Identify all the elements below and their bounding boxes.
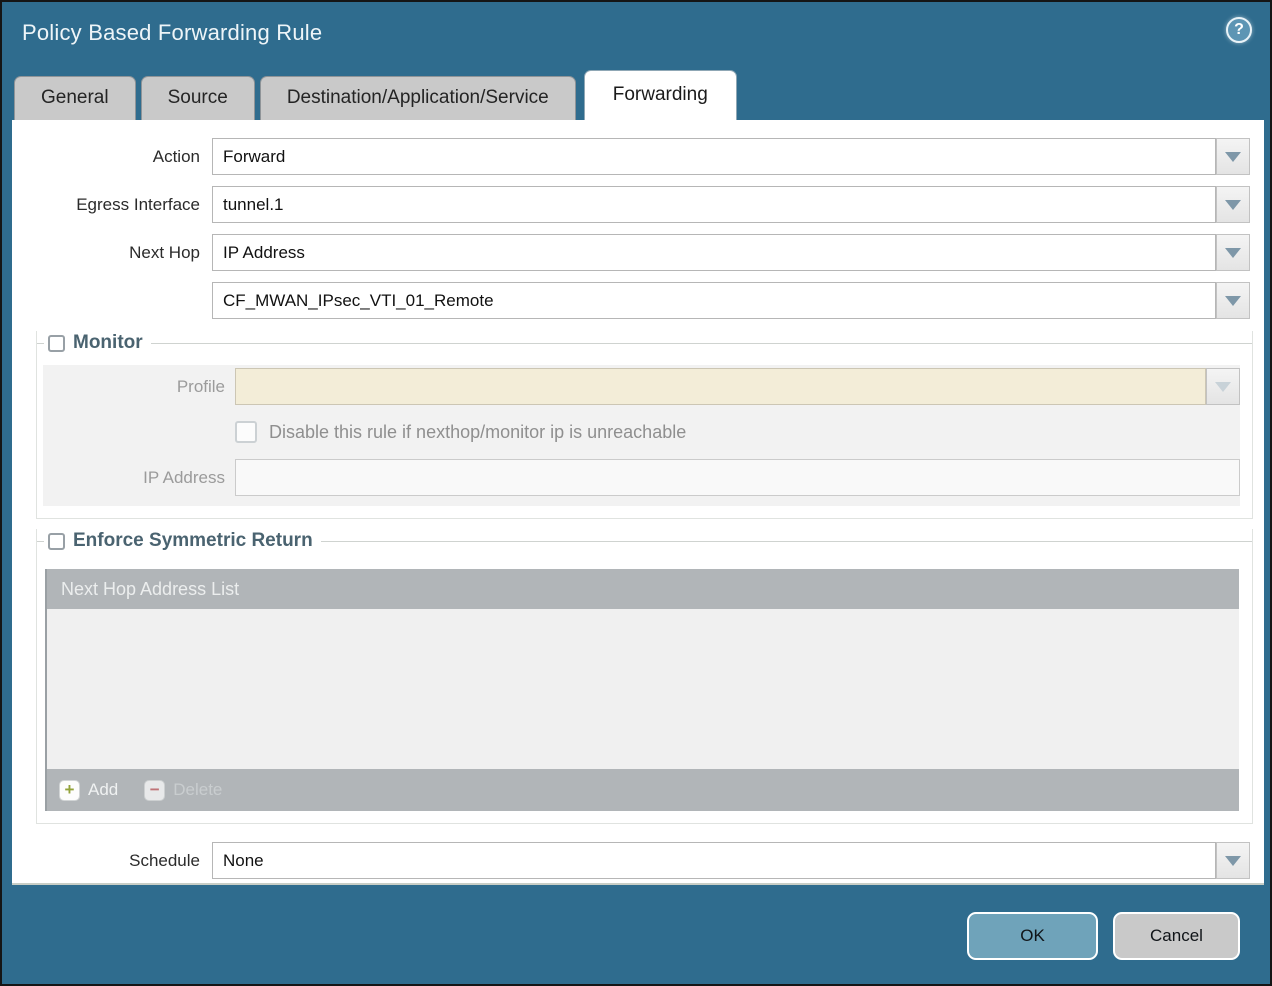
dialog-title: Policy Based Forwarding Rule — [22, 20, 1270, 46]
schedule-select[interactable]: None — [212, 842, 1216, 879]
add-button[interactable]: + Add — [59, 780, 118, 801]
chevron-down-icon — [1225, 296, 1241, 306]
grid-footer-toolbar: + Add − Delete — [47, 769, 1239, 811]
enforce-symmetric-return-section: Enforce Symmetric Return Next Hop Addres… — [36, 529, 1253, 824]
help-icon[interactable]: ? — [1226, 17, 1252, 43]
next-hop-label: Next Hop — [12, 243, 212, 263]
action-dropdown-button[interactable] — [1216, 138, 1250, 175]
next-hop-row: Next Hop IP Address — [12, 234, 1250, 271]
next-hop-type-dropdown-button[interactable] — [1216, 234, 1250, 271]
chevron-down-icon — [1215, 382, 1231, 392]
tab-source[interactable]: Source — [141, 76, 255, 120]
next-hop-address-list-column-header[interactable]: Next Hop Address List — [47, 569, 1239, 609]
disable-rule-label: Disable this rule if nexthop/monitor ip … — [269, 422, 686, 443]
monitor-section: Monitor Profile Disable this rule if nex… — [36, 331, 1253, 519]
next-hop-type-select[interactable]: IP Address — [212, 234, 1216, 271]
tab-forwarding[interactable]: Forwarding — [584, 70, 737, 120]
monitor-legend: Monitor — [37, 331, 1252, 355]
monitor-checkbox[interactable] — [48, 335, 65, 352]
next-hop-address-list-grid: Next Hop Address List + Add − Delete — [45, 569, 1239, 811]
profile-row: Profile — [43, 368, 1240, 405]
enforce-symmetric-return-checkbox[interactable] — [48, 533, 65, 550]
delete-button: − Delete — [144, 780, 222, 801]
dialog-titlebar: Policy Based Forwarding Rule ? — [2, 2, 1270, 46]
profile-dropdown-button — [1206, 368, 1240, 405]
disable-rule-row: Disable this rule if nexthop/monitor ip … — [235, 421, 1240, 443]
schedule-dropdown-button[interactable] — [1216, 842, 1250, 879]
monitor-ip-row: IP Address — [43, 459, 1240, 496]
add-button-label: Add — [88, 780, 118, 800]
chevron-down-icon — [1225, 856, 1241, 866]
ok-button[interactable]: OK — [967, 912, 1098, 960]
tab-bar: General Source Destination/Application/S… — [14, 70, 1270, 120]
profile-select — [235, 368, 1206, 405]
monitor-legend-label: Monitor — [73, 332, 143, 354]
policy-based-forwarding-dialog: Policy Based Forwarding Rule ? General S… — [0, 0, 1272, 986]
action-row: Action Forward — [12, 138, 1250, 175]
minus-icon: − — [144, 780, 165, 801]
action-label: Action — [12, 147, 212, 167]
dialog-button-bar: OK Cancel — [967, 912, 1240, 960]
profile-label: Profile — [43, 377, 235, 397]
next-hop-address-row: CF_MWAN_IPsec_VTI_01_Remote — [12, 282, 1250, 319]
action-select[interactable]: Forward — [212, 138, 1216, 175]
tab-general[interactable]: General — [14, 76, 136, 120]
delete-button-label: Delete — [173, 780, 222, 800]
enforce-legend: Enforce Symmetric Return — [37, 529, 1252, 553]
next-hop-address-select[interactable]: CF_MWAN_IPsec_VTI_01_Remote — [212, 282, 1216, 319]
monitor-body: Profile Disable this rule if nexthop/mon… — [43, 365, 1240, 506]
egress-interface-label: Egress Interface — [12, 195, 212, 215]
monitor-ip-input — [235, 459, 1240, 496]
next-hop-address-dropdown-button[interactable] — [1216, 282, 1250, 319]
monitor-ip-label: IP Address — [43, 468, 235, 488]
plus-icon: + — [59, 780, 80, 801]
chevron-down-icon — [1225, 200, 1241, 210]
enforce-legend-label: Enforce Symmetric Return — [73, 530, 313, 552]
forwarding-tab-panel: Action Forward Egress Interface tunnel.1… — [12, 120, 1264, 885]
chevron-down-icon — [1225, 248, 1241, 258]
disable-rule-checkbox — [235, 421, 257, 443]
egress-interface-row: Egress Interface tunnel.1 — [12, 186, 1250, 223]
schedule-label: Schedule — [12, 851, 212, 871]
egress-interface-select[interactable]: tunnel.1 — [212, 186, 1216, 223]
schedule-row: Schedule None — [12, 842, 1250, 879]
egress-interface-dropdown-button[interactable] — [1216, 186, 1250, 223]
next-hop-address-list-body[interactable] — [47, 609, 1239, 769]
cancel-button[interactable]: Cancel — [1113, 912, 1240, 960]
chevron-down-icon — [1225, 152, 1241, 162]
tab-destination-application-service[interactable]: Destination/Application/Service — [260, 76, 576, 120]
